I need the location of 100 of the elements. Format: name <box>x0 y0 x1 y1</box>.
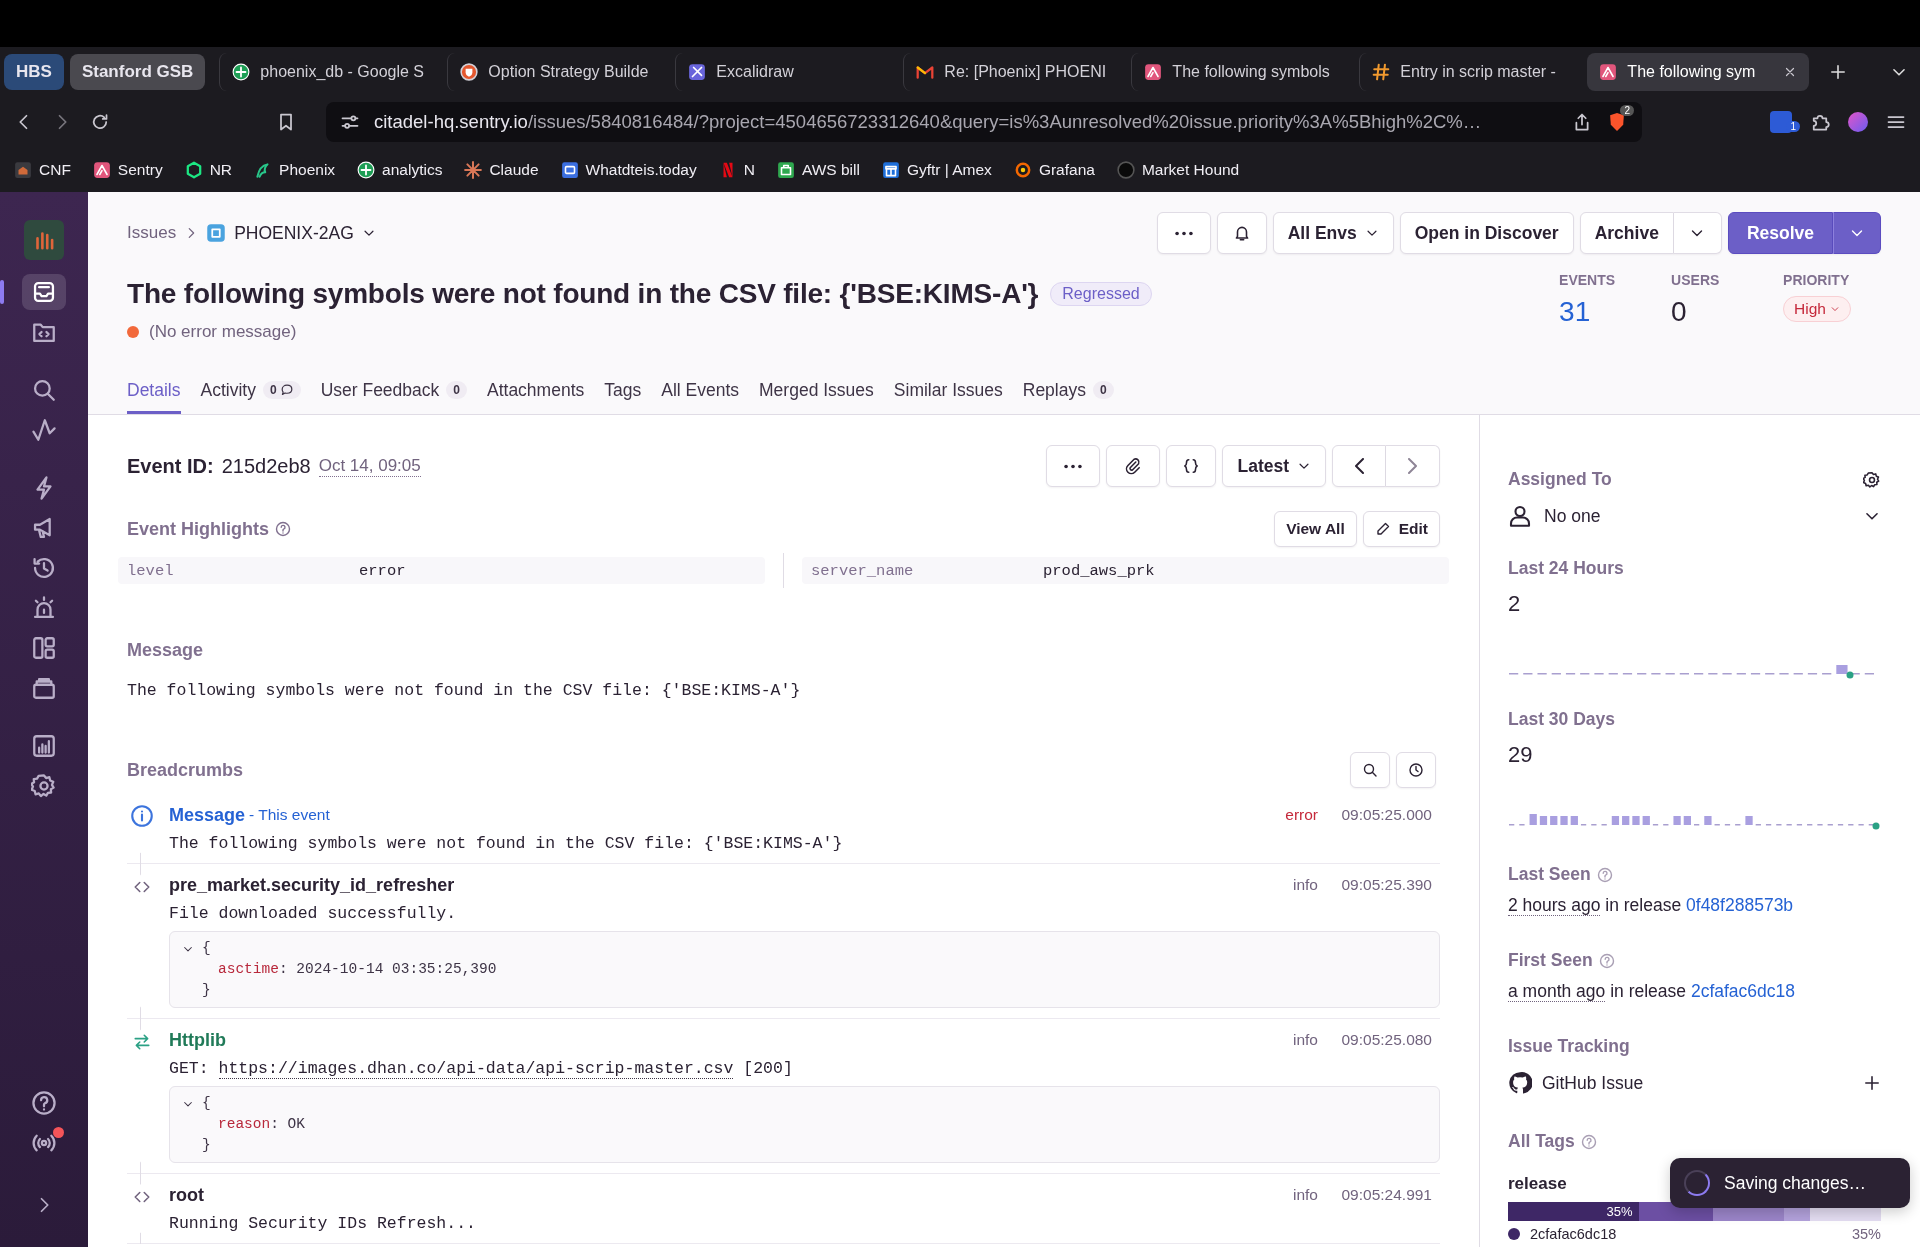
profile-avatar[interactable] <box>1848 112 1868 132</box>
siren-icon[interactable] <box>31 595 57 621</box>
count-badge: 0 <box>1093 381 1114 399</box>
json-button[interactable] <box>1166 445 1217 487</box>
event-date[interactable]: Oct 14, 09:05 <box>318 455 421 477</box>
sparkline-dash <box>1694 824 1700 826</box>
help-icon <box>1580 1133 1597 1150</box>
swap-arrows-icon <box>133 1033 151 1051</box>
tab[interactable]: All Events <box>661 365 740 414</box>
sheet-icon <box>232 62 251 81</box>
breadcrumb-level: error <box>1284 806 1318 824</box>
highlight-value: prod_aws_prk <box>1043 561 1155 580</box>
search-icon[interactable] <box>31 377 57 403</box>
settings-icon[interactable] <box>1863 470 1881 489</box>
reload-icon[interactable] <box>90 112 110 132</box>
data-separator: : <box>278 961 288 977</box>
organization-logo[interactable] <box>24 220 64 260</box>
bookmark-link[interactable]: Grafana <box>1013 161 1095 179</box>
bookmark-link[interactable]: Gyftr | Amex <box>881 161 992 179</box>
tracker-link[interactable]: GitHub Issue <box>1542 1072 1644 1094</box>
latest-point <box>1846 671 1854 679</box>
tab[interactable]: Tags <box>604 365 642 414</box>
resolve-button[interactable]: Resolve <box>1727 212 1833 254</box>
assignee-dropdown[interactable]: No one <box>1508 504 1881 528</box>
event-id: Event ID: 215d2eb8 <box>127 454 311 478</box>
tab[interactable]: Details <box>127 365 181 414</box>
history-icon[interactable] <box>31 555 57 581</box>
request-link[interactable]: https://images.dhan.co/api-data/api-scrip-master.csv <box>218 1059 734 1079</box>
sparkline-bar <box>1683 816 1691 825</box>
tab[interactable]: Attachments <box>487 365 585 414</box>
priority-dropdown[interactable]: High <box>1783 296 1851 322</box>
plus-icon[interactable] <box>1829 62 1848 81</box>
view-all-button[interactable]: View All <box>1274 511 1357 547</box>
breadcrumb-link[interactable]: Issues <box>127 223 177 243</box>
browser-tab[interactable]: The following symbols <box>1131 52 1354 91</box>
subscribe-button[interactable] <box>1216 212 1267 254</box>
archive-button[interactable]: Archive <box>1579 212 1674 254</box>
bookmark-link[interactable]: CNF <box>14 161 71 179</box>
stack-icon[interactable] <box>31 675 57 701</box>
browser-tab[interactable]: Re: [Phoenix] PHOENI <box>903 52 1126 91</box>
hexagon-icon <box>184 161 203 179</box>
tab[interactable]: Merged Issues <box>759 365 874 414</box>
edit-button[interactable]: Edit <box>1362 511 1440 547</box>
tab[interactable]: Replays 0 <box>1022 365 1114 414</box>
copy-link-button[interactable] <box>1106 445 1161 487</box>
trend-line-icon[interactable] <box>31 417 57 443</box>
event-selector[interactable]: Latest <box>1222 445 1326 487</box>
release-link[interactable]: 0f48f288573b <box>1686 895 1794 915</box>
bookmark-link[interactable]: Market Hound <box>1116 161 1240 179</box>
bookmark-link[interactable]: N <box>718 161 755 179</box>
sparkline-bar <box>1673 816 1681 825</box>
browser-tab[interactable]: Entry in scrip master - <box>1359 52 1582 91</box>
discover-button[interactable]: Open in Discover <box>1399 212 1574 254</box>
section-title: Last Seen <box>1508 864 1591 885</box>
puzzle-icon[interactable] <box>1810 112 1830 132</box>
previous-button[interactable] <box>1332 445 1386 487</box>
stat-value[interactable]: 31 <box>1559 296 1672 328</box>
bookmark-link[interactable]: Claude <box>464 161 539 179</box>
browser-tab[interactable]: Option Strategy Builde <box>447 52 670 91</box>
tab[interactable]: Similar Issues <box>893 365 1003 414</box>
bookmark-link[interactable]: AWS bill <box>776 161 860 179</box>
tab[interactable]: User Feedback 0 <box>320 365 467 414</box>
sentry-tile-icon <box>1599 62 1618 81</box>
stat-label: EVENTS <box>1559 272 1617 288</box>
release-link[interactable]: 2cfafac6dc18 <box>1690 981 1795 1001</box>
time-format-button[interactable] <box>1396 752 1436 788</box>
bookmark-link[interactable]: Phoenix <box>254 161 336 179</box>
address-field[interactable]: citadel-hq.sentry.io/issues/5840816484/?project=4504656723312640&query=is%3Aunresolved%20issue.priority%3A%5Bhigh%2C%… 2 <box>326 102 1642 142</box>
browser-tab[interactable]: The following sym <box>1587 52 1810 91</box>
window-tile-icon <box>560 161 579 179</box>
info-icon <box>130 804 154 828</box>
project-selector[interactable]: PHOENIX-2AG <box>206 222 376 244</box>
section-title: Last 30 Days <box>1508 709 1615 730</box>
bookmark-link[interactable]: NR <box>184 161 233 179</box>
plus-icon[interactable] <box>1863 1074 1881 1092</box>
environment-dropdown[interactable]: All Envs <box>1272 212 1394 254</box>
help-icon[interactable] <box>31 1090 57 1116</box>
browser-tab[interactable]: Excalidraw <box>675 52 898 91</box>
browser-tab[interactable]: phoenix_db - Google S <box>219 52 442 91</box>
tag-dot <box>1508 1228 1520 1240</box>
dashboard-icon[interactable] <box>31 635 57 661</box>
data-separator: : <box>270 1116 279 1132</box>
bookmark-link[interactable]: Whatdteis.today <box>560 161 697 179</box>
tab-group-label[interactable]: Stanford GSB <box>69 53 206 90</box>
highlight-value: error <box>359 561 406 580</box>
sparkline-dash <box>1750 673 1761 675</box>
inbox-icon[interactable] <box>31 279 57 305</box>
bookmark-link[interactable]: analytics <box>357 161 443 179</box>
tab-group-label[interactable]: HBS <box>4 53 64 90</box>
sentry-tile-icon <box>1144 62 1163 81</box>
sparkline-bar <box>1642 816 1650 825</box>
count-badge: 0 <box>446 381 467 399</box>
bar-chart-icon[interactable] <box>31 733 57 759</box>
notification-badge: 2 <box>1620 105 1634 116</box>
tab[interactable]: Activity 0 <box>200 365 301 414</box>
search-button[interactable] <box>1350 752 1390 788</box>
site-settings-icon[interactable] <box>340 112 360 132</box>
settings-icon[interactable] <box>31 773 57 799</box>
bookmark-link[interactable]: Sentry <box>92 161 163 179</box>
hash-icon <box>1372 62 1391 81</box>
